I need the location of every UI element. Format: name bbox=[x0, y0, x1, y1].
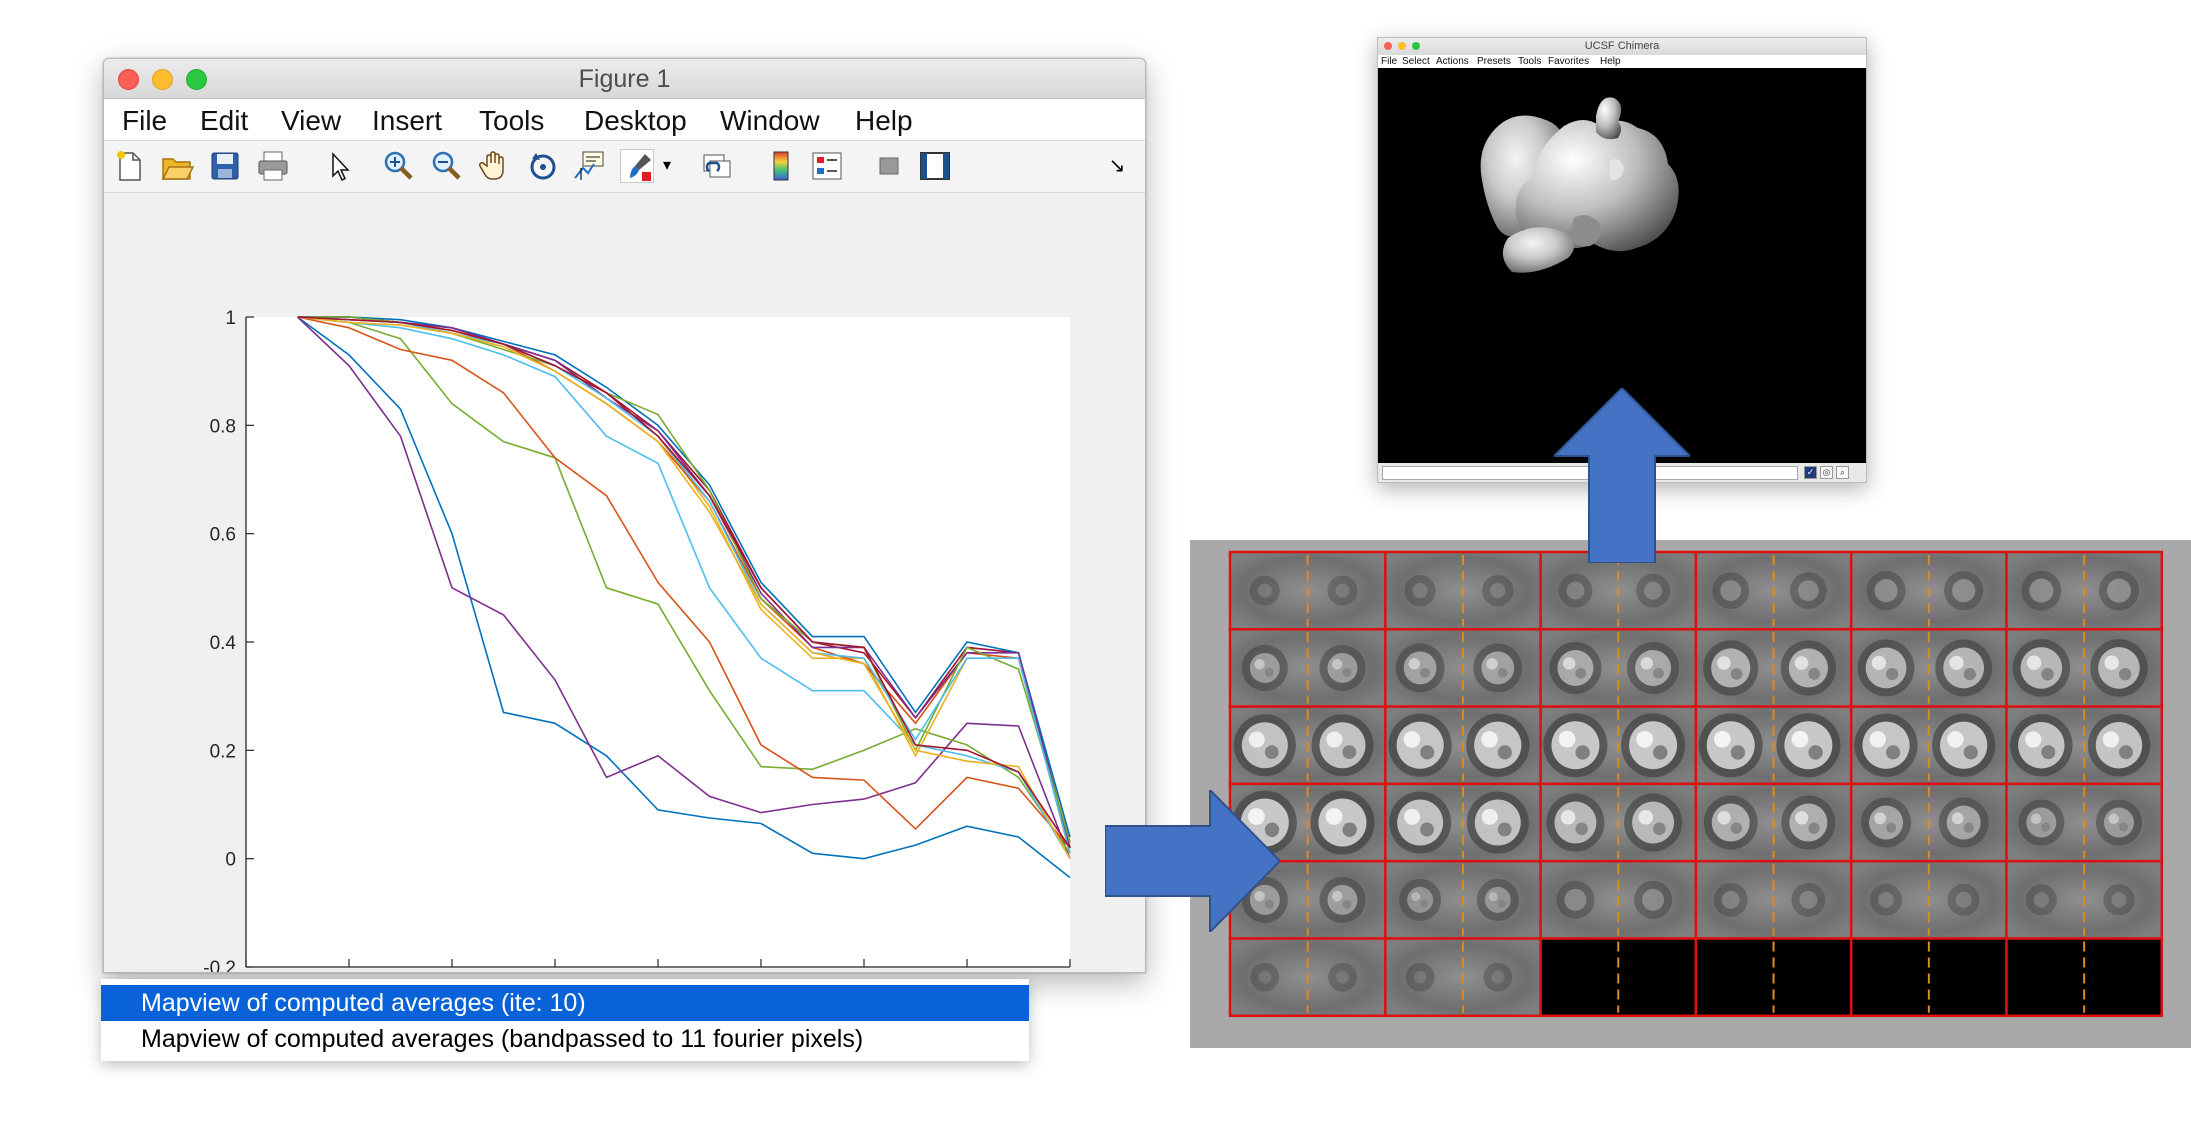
print-icon[interactable] bbox=[256, 149, 290, 183]
link-plot-icon[interactable] bbox=[700, 149, 734, 183]
chimera-menubar: File Select Actions Presets Tools Favori… bbox=[1378, 55, 1866, 68]
show-plot-tools-icon[interactable] bbox=[918, 149, 952, 183]
y-tick-label: 0.6 bbox=[210, 525, 236, 546]
chimera-title: UCSF Chimera bbox=[1584, 40, 1660, 52]
menu-view[interactable]: View bbox=[281, 105, 341, 137]
data-cursor-icon[interactable] bbox=[572, 149, 606, 183]
menu-insert[interactable]: Insert bbox=[372, 105, 442, 137]
list-item-ite-10[interactable]: Mapview of computed averages (ite: 10) bbox=[101, 985, 1029, 1021]
arrow-up-icon bbox=[1554, 388, 1690, 563]
pointer-icon[interactable] bbox=[322, 149, 356, 183]
chimera-menu-file[interactable]: File bbox=[1381, 55, 1397, 68]
figure-window: Figure 1 File Edit View Insert Tools Des… bbox=[103, 58, 1146, 973]
chimera-menu-favorites[interactable]: Favorites bbox=[1548, 55, 1589, 68]
legend-icon[interactable] bbox=[810, 149, 844, 183]
y-tick-label: -0.2 bbox=[203, 958, 236, 973]
menu-file[interactable]: File bbox=[122, 105, 167, 137]
chimera-menu-presets[interactable]: Presets bbox=[1477, 55, 1511, 68]
save-icon[interactable] bbox=[208, 149, 242, 183]
dock-icon[interactable]: ↘ bbox=[1104, 149, 1130, 183]
y-tick-label: 0.2 bbox=[210, 741, 236, 762]
class-average-mapview[interactable] bbox=[1190, 540, 2191, 1048]
chimera-search-icon[interactable]: ⌕ bbox=[1836, 466, 1849, 479]
arrow-right-icon bbox=[1105, 790, 1280, 932]
new-figure-icon[interactable] bbox=[112, 149, 146, 183]
pan-icon[interactable] bbox=[478, 149, 512, 183]
zoom-in-icon[interactable] bbox=[382, 149, 416, 183]
zoom-out-icon[interactable] bbox=[430, 149, 464, 183]
chimera-menu-select[interactable]: Select bbox=[1402, 55, 1430, 68]
rotate-3d-icon[interactable] bbox=[526, 149, 560, 183]
chimera-minimize-button[interactable] bbox=[1398, 42, 1406, 50]
chimera-command-icon[interactable]: ✓ bbox=[1804, 466, 1817, 479]
chimera-close-button[interactable] bbox=[1384, 42, 1392, 50]
chimera-reply-icon[interactable]: ◎ bbox=[1820, 466, 1833, 479]
brush-dropdown-icon[interactable]: ▾ bbox=[658, 149, 676, 183]
menu-edit[interactable]: Edit bbox=[200, 105, 248, 137]
figure-title: Figure 1 bbox=[578, 65, 671, 93]
list-item-bandpassed[interactable]: Mapview of computed averages (bandpassed… bbox=[101, 1021, 1029, 1057]
menu-window[interactable]: Window bbox=[720, 105, 820, 137]
zoom-window-button[interactable] bbox=[186, 69, 207, 90]
chimera-menu-actions[interactable]: Actions bbox=[1436, 55, 1469, 68]
colorbar-icon[interactable] bbox=[764, 149, 798, 183]
chimera-menu-help[interactable]: Help bbox=[1600, 55, 1621, 68]
close-window-button[interactable] bbox=[118, 69, 139, 90]
figure-menubar: File Edit View Insert Tools Desktop Wind… bbox=[104, 99, 1145, 141]
chimera-zoom-button[interactable] bbox=[1412, 42, 1420, 50]
open-file-icon[interactable] bbox=[160, 149, 195, 183]
average-list: Mapview of computed averages (ite: 10) M… bbox=[101, 979, 1029, 1061]
class-average-grid bbox=[1190, 540, 2191, 1048]
hide-plot-tools-icon[interactable] bbox=[872, 149, 906, 183]
plot-area: 0246810121416-0.200.20.40.60.81 bbox=[104, 193, 1146, 973]
figure-toolbar: ▾ ↘ bbox=[104, 141, 1145, 193]
chimera-titlebar[interactable]: UCSF Chimera bbox=[1378, 38, 1866, 55]
brush-icon[interactable] bbox=[620, 149, 654, 183]
menu-tools[interactable]: Tools bbox=[479, 105, 544, 137]
minimize-window-button[interactable] bbox=[152, 69, 173, 90]
line-chart[interactable]: 0246810121416-0.200.20.40.60.81 bbox=[104, 193, 1146, 973]
figure-titlebar[interactable]: Figure 1 bbox=[104, 59, 1145, 99]
y-tick-label: 0.8 bbox=[210, 416, 236, 437]
y-tick-label: 0.4 bbox=[210, 633, 237, 654]
menu-desktop[interactable]: Desktop bbox=[584, 105, 687, 137]
menu-help[interactable]: Help bbox=[855, 105, 913, 137]
chimera-menu-tools[interactable]: Tools bbox=[1518, 55, 1541, 68]
y-tick-label: 0 bbox=[225, 850, 236, 871]
y-tick-label: 1 bbox=[225, 308, 236, 329]
